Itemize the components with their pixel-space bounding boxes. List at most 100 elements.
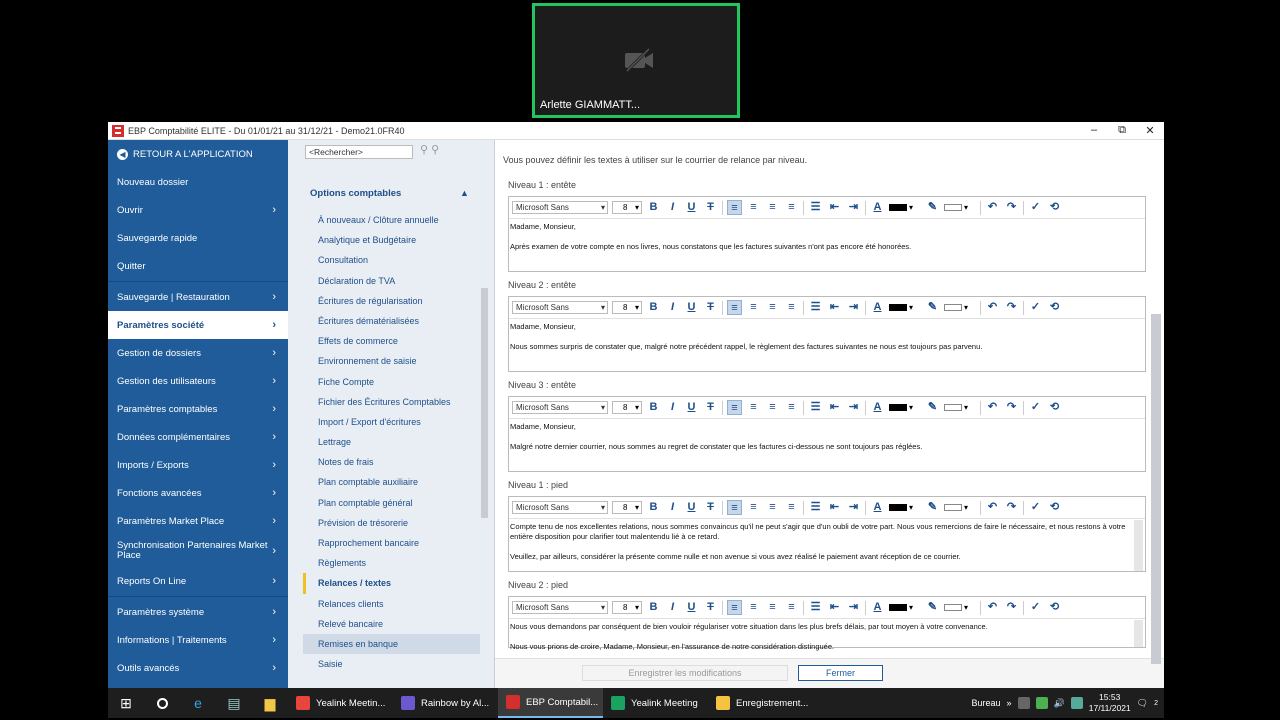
- size-select[interactable]: 8: [612, 601, 642, 614]
- desktop-label[interactable]: Bureau: [971, 698, 1000, 708]
- highlight-pen-icon[interactable]: ✎: [925, 300, 940, 315]
- option-item[interactable]: Fichier des Écritures Comptables: [303, 392, 480, 412]
- bold-icon[interactable]: B: [646, 600, 661, 615]
- align-center-icon[interactable]: ≡: [746, 600, 761, 615]
- option-item[interactable]: Environnement de saisie: [303, 351, 480, 371]
- sidebar-item-parametres-systeme[interactable]: Paramètres système ›: [108, 598, 288, 626]
- highlight-color-select[interactable]: ▾: [944, 401, 976, 414]
- option-item[interactable]: Prévision de trésorerie: [303, 513, 480, 533]
- size-select[interactable]: 8: [612, 501, 642, 514]
- tray-app-icon[interactable]: [1017, 697, 1030, 709]
- option-item[interactable]: Plan comptable général: [303, 493, 480, 513]
- italic-icon[interactable]: I: [665, 300, 680, 315]
- option-item[interactable]: Analytique et Budgétaire: [303, 230, 480, 250]
- font-color-select[interactable]: ▾: [889, 401, 921, 414]
- highlight-pen-icon[interactable]: ✎: [925, 500, 940, 515]
- editor-text[interactable]: Madame, Monsieur, Nous sommes surpris de …: [509, 319, 1145, 365]
- justify-icon[interactable]: ≡: [784, 400, 799, 415]
- search-input[interactable]: <Rechercher>: [305, 145, 413, 159]
- align-right-icon[interactable]: ≡: [765, 200, 780, 215]
- align-right-icon[interactable]: ≡: [765, 300, 780, 315]
- italic-icon[interactable]: I: [665, 600, 680, 615]
- font-color-select[interactable]: ▾: [889, 501, 921, 514]
- sidebar-item-ouvrir[interactable]: Ouvrir ›: [108, 196, 288, 224]
- option-item[interactable]: Relances / textes: [303, 573, 480, 594]
- size-select[interactable]: 8: [612, 201, 642, 214]
- history-icon[interactable]: ⟲: [1047, 500, 1062, 515]
- font-color-icon[interactable]: A: [870, 600, 885, 615]
- volume-icon[interactable]: 🔊: [1054, 698, 1065, 709]
- highlight-pen-icon[interactable]: ✎: [925, 600, 940, 615]
- bold-icon[interactable]: B: [646, 200, 661, 215]
- highlight-pen-icon[interactable]: ✎: [925, 400, 940, 415]
- cortana-icon[interactable]: [144, 697, 180, 709]
- option-item[interactable]: Lettrage: [303, 432, 480, 452]
- spellcheck-icon[interactable]: ✓: [1028, 500, 1043, 515]
- spellcheck-icon[interactable]: ✓: [1028, 200, 1043, 215]
- outdent-icon[interactable]: ⇤: [827, 600, 842, 615]
- font-select[interactable]: Microsoft Sans: [512, 401, 608, 414]
- app-icon[interactable]: ▤: [216, 695, 252, 712]
- indent-icon[interactable]: ⇥: [846, 400, 861, 415]
- option-item[interactable]: Saisie: [303, 654, 480, 674]
- underline-icon[interactable]: U: [684, 500, 699, 515]
- strikethrough-icon[interactable]: T: [703, 200, 718, 215]
- taskbar-task[interactable]: Rainbow by Al...: [393, 688, 498, 718]
- sidebar-item-gestion-dossiers[interactable]: Gestion de dossiers ›: [108, 339, 288, 367]
- taskbar-task[interactable]: Yealink Meeting: [603, 688, 708, 718]
- taskbar-task[interactable]: Yealink Meetin...: [288, 688, 393, 718]
- spellcheck-icon[interactable]: ✓: [1028, 400, 1043, 415]
- highlight-color-select[interactable]: ▾: [944, 201, 976, 214]
- history-icon[interactable]: ⟲: [1047, 200, 1062, 215]
- search-icon[interactable]: ⚲ ⚲: [420, 143, 439, 156]
- back-to-app-button[interactable]: ◀ RETOUR A L'APPLICATION: [108, 140, 288, 168]
- highlight-color-select[interactable]: ▾: [944, 501, 976, 514]
- maximize-button[interactable]: ⧉: [1108, 124, 1136, 137]
- sidebar-item-donnees-complementaires[interactable]: Données complémentaires ›: [108, 423, 288, 451]
- history-icon[interactable]: ⟲: [1047, 400, 1062, 415]
- option-item[interactable]: Déclaration de TVA: [303, 271, 480, 291]
- editor-text[interactable]: Nous vous demandons par conséquent de bi…: [509, 619, 1145, 652]
- option-item[interactable]: Plan comptable auxiliaire: [303, 472, 480, 492]
- font-color-icon[interactable]: A: [870, 400, 885, 415]
- close-button[interactable]: ✕: [1136, 124, 1164, 137]
- underline-icon[interactable]: U: [684, 300, 699, 315]
- bold-icon[interactable]: B: [646, 300, 661, 315]
- sidebar-item-market-place[interactable]: Paramètres Market Place ›: [108, 507, 288, 535]
- indent-icon[interactable]: ⇥: [846, 500, 861, 515]
- editor-scrollbar[interactable]: [1134, 620, 1143, 647]
- windows-start-icon[interactable]: ⊞: [108, 695, 144, 712]
- bullet-list-icon[interactable]: ☰: [808, 600, 823, 615]
- close-form-button[interactable]: Fermer: [798, 665, 883, 681]
- outdent-icon[interactable]: ⇤: [827, 200, 842, 215]
- sidebar-item-informations[interactable]: Informations | Traitements ›: [108, 626, 288, 654]
- highlight-pen-icon[interactable]: ✎: [925, 200, 940, 215]
- undo-icon[interactable]: ↶: [985, 400, 1000, 415]
- rich-text-editor[interactable]: Microsoft Sans 8 B I U T ≡ ≡ ≡ ≡ ☰ ⇤ ⇥ A…: [508, 196, 1146, 272]
- spellcheck-icon[interactable]: ✓: [1028, 600, 1043, 615]
- align-left-icon[interactable]: ≡: [727, 600, 742, 615]
- option-item[interactable]: Consultation: [303, 250, 480, 270]
- font-color-icon[interactable]: A: [870, 300, 885, 315]
- size-select[interactable]: 8: [612, 301, 642, 314]
- option-item[interactable]: Écritures de régularisation: [303, 291, 480, 311]
- align-left-icon[interactable]: ≡: [727, 500, 742, 515]
- option-item[interactable]: À nouveaux / Clôture annuelle: [303, 210, 480, 230]
- font-select[interactable]: Microsoft Sans: [512, 501, 608, 514]
- sidebar-item-synchronisation[interactable]: Synchronisation Partenaires Market Place…: [108, 535, 288, 567]
- history-icon[interactable]: ⟲: [1047, 300, 1062, 315]
- font-select[interactable]: Microsoft Sans: [512, 301, 608, 314]
- undo-icon[interactable]: ↶: [985, 300, 1000, 315]
- italic-icon[interactable]: I: [665, 200, 680, 215]
- option-item[interactable]: Effets de commerce: [303, 331, 480, 351]
- strikethrough-icon[interactable]: T: [703, 600, 718, 615]
- option-item[interactable]: Import / Export d'écritures: [303, 412, 480, 432]
- history-icon[interactable]: ⟲: [1047, 600, 1062, 615]
- editor-text[interactable]: Madame, Monsieur, Malgré notre dernier co…: [509, 419, 1145, 465]
- indent-icon[interactable]: ⇥: [846, 300, 861, 315]
- justify-icon[interactable]: ≡: [784, 500, 799, 515]
- align-center-icon[interactable]: ≡: [746, 400, 761, 415]
- taskbar-task[interactable]: Enregistrement...: [708, 688, 813, 718]
- rich-text-editor[interactable]: Microsoft Sans 8 B I U T ≡ ≡ ≡ ≡ ☰ ⇤ ⇥ A…: [508, 596, 1146, 651]
- rich-text-editor[interactable]: Microsoft Sans 8 B I U T ≡ ≡ ≡ ≡ ☰ ⇤ ⇥ A…: [508, 396, 1146, 472]
